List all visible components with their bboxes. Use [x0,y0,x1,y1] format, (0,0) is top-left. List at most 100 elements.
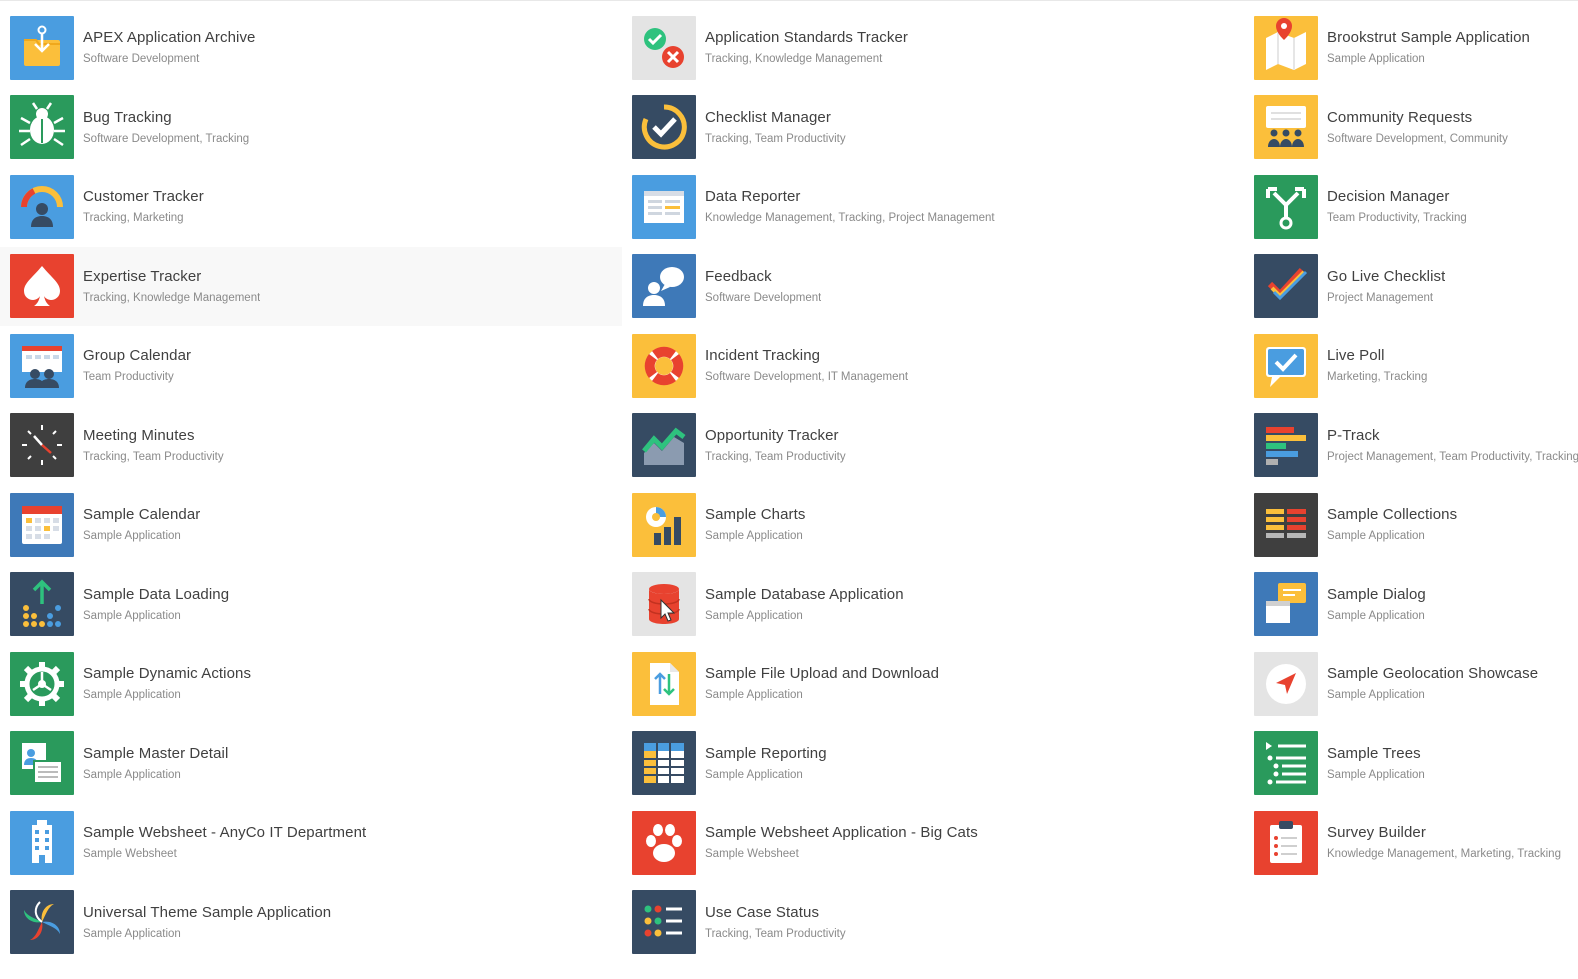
app-title: Bug Tracking [83,108,172,126]
app-categories: Knowledge Management, Tracking, Project … [705,212,995,225]
app-item-apex-application-archive[interactable]: APEX Application Archive Software Develo… [0,8,622,88]
app-title: Customer Tracker [83,188,204,206]
app-item-expertise-tracker[interactable]: Expertise Tracker Tracking, Knowledge Ma… [0,246,622,326]
app-item-live-poll[interactable]: Live Poll Marketing, Tracking [1244,326,1578,406]
app-item-sample-file-upload-and-download[interactable]: Sample File Upload and Download Sample A… [622,644,1244,724]
app-categories: Software Development [705,291,822,304]
app-title: Live Poll [1327,347,1385,365]
app-item-p-track[interactable]: P-Track Project Management, Team Product… [1244,406,1578,486]
app-categories: Sample Application [1327,53,1425,66]
app-text: Live Poll Marketing, Tracking [1327,346,1427,385]
app-categories: Sample Application [705,768,803,781]
app-text: Brookstrut Sample Application Sample App… [1327,28,1530,67]
app-categories: Software Development, Community [1327,132,1508,145]
app-item-use-case-status[interactable]: Use Case Status Tracking, Team Productiv… [622,883,1244,963]
app-item-data-reporter[interactable]: Data Reporter Knowledge Management, Trac… [622,167,1244,247]
app-item-feedback[interactable]: Feedback Software Development [622,247,1244,327]
navigation-icon [1254,651,1318,716]
app-text: Meeting Minutes Tracking, Team Productiv… [83,426,224,465]
app-text: Sample Dialog Sample Application [1327,585,1426,624]
app-item-checklist-manager[interactable]: Checklist Manager Tracking, Team Product… [622,88,1244,168]
app-item-brookstrut-sample-application[interactable]: Brookstrut Sample Application Sample App… [1244,8,1578,88]
app-item-application-standards-tracker[interactable]: Application Standards Tracker Tracking, … [622,8,1244,88]
app-item-sample-master-detail[interactable]: Sample Master Detail Sample Application [0,724,622,804]
app-item-decision-manager[interactable]: Decision Manager Team Productivity, Trac… [1244,167,1578,247]
app-categories: Tracking, Team Productivity [705,450,846,463]
app-title: Feedback [705,267,772,285]
app-title: Opportunity Tracker [705,426,839,444]
app-item-incident-tracking[interactable]: Incident Tracking Software Development, … [622,326,1244,406]
app-text: Use Case Status Tracking, Team Productiv… [705,903,846,942]
app-title: Sample File Upload and Download [705,665,940,683]
app-categories: Software Development, Tracking [83,132,250,145]
app-item-sample-reporting[interactable]: Sample Reporting Sample Application [622,724,1244,804]
app-categories: Sample Application [83,609,181,622]
clock-icon [10,413,74,478]
app-item-sample-data-loading[interactable]: Sample Data Loading Sample Application [0,565,622,645]
app-item-sample-websheet-anyco-it-department[interactable]: Sample Websheet - AnyCo IT Department Sa… [0,803,622,883]
app-text: P-Track Project Management, Team Product… [1327,426,1578,465]
app-item-sample-websheet-application-big-cats[interactable]: Sample Websheet Application - Big Cats S… [622,803,1244,883]
building-icon [10,810,74,875]
file-transfer-icon [632,651,696,716]
app-categories: Sample Application [1327,689,1425,702]
app-item-sample-dialog[interactable]: Sample Dialog Sample Application [1244,565,1578,645]
app-text: Data Reporter Knowledge Management, Trac… [705,187,995,226]
app-categories: Sample Application [83,768,181,781]
app-categories: Tracking, Team Productivity [83,450,224,463]
community-icon [1254,95,1318,160]
app-title: Sample Database Application [705,585,904,603]
app-item-universal-theme-sample-application[interactable]: Universal Theme Sample Application Sampl… [0,883,622,963]
app-categories: Sample Websheet [83,848,177,861]
app-text: Sample Charts Sample Application [705,505,806,544]
app-text: APEX Application Archive Software Develo… [83,28,256,67]
app-text: Go Live Checklist Project Management [1327,267,1445,306]
app-item-sample-collections[interactable]: Sample Collections Sample Application [1244,485,1578,565]
app-categories: Tracking, Knowledge Management [83,291,261,304]
app-item-sample-trees[interactable]: Sample Trees Sample Application [1244,724,1578,804]
app-title: Sample Master Detail [83,744,229,762]
app-text: Opportunity Tracker Tracking, Team Produ… [705,426,846,465]
app-item-sample-dynamic-actions[interactable]: Sample Dynamic Actions Sample Applicatio… [0,644,622,724]
app-title: Expertise Tracker [83,267,202,285]
app-item-go-live-checklist[interactable]: Go Live Checklist Project Management [1244,247,1578,327]
app-categories: Sample Application [1327,530,1425,543]
golive-check-icon [1254,254,1318,319]
app-text: Sample Database Application Sample Appli… [705,585,904,624]
check-cross-icon [632,15,696,80]
decision-icon [1254,174,1318,239]
app-title: Sample Websheet Application - Big Cats [705,824,978,842]
app-categories: Tracking, Knowledge Management [705,53,883,66]
app-item-opportunity-tracker[interactable]: Opportunity Tracker Tracking, Team Produ… [622,406,1244,486]
feedback-icon [632,254,696,319]
app-title: Sample Dialog [1327,585,1426,603]
poll-icon [1254,333,1318,398]
app-item-meeting-minutes[interactable]: Meeting Minutes Tracking, Team Productiv… [0,406,622,486]
app-text: Feedback Software Development [705,267,821,306]
app-title: Brookstrut Sample Application [1327,29,1531,47]
spade-icon [10,254,74,319]
app-text: Sample Data Loading Sample Application [83,585,229,624]
app-categories: Software Development, IT Management [705,371,909,384]
app-text: Sample Geolocation Showcase Sample Appli… [1327,664,1538,703]
app-item-community-requests[interactable]: Community Requests Software Development,… [1244,88,1578,168]
app-text: Sample Calendar Sample Application [83,505,200,544]
app-title: Sample Websheet - AnyCo IT Department [83,824,367,842]
app-item-sample-database-application[interactable]: Sample Database Application Sample Appli… [622,565,1244,645]
app-item-bug-tracking[interactable]: Bug Tracking Software Development, Track… [0,88,622,168]
app-item-group-calendar[interactable]: Group Calendar Team Productivity [0,326,622,406]
app-title: Data Reporter [705,188,801,206]
app-item-survey-builder[interactable]: Survey Builder Knowledge Management, Mar… [1244,803,1578,883]
app-item-sample-charts[interactable]: Sample Charts Sample Application [622,485,1244,565]
ptrack-bars-icon [1254,413,1318,478]
app-text: Sample File Upload and Download Sample A… [705,664,939,703]
app-title: Group Calendar [83,347,192,365]
app-item-sample-calendar[interactable]: Sample Calendar Sample Application [0,485,622,565]
app-title: Survey Builder [1327,824,1426,842]
app-item-customer-tracker[interactable]: Customer Tracker Tracking, Marketing [0,167,622,247]
master-detail-icon [10,731,74,796]
app-categories: Sample Application [705,689,803,702]
app-item-sample-geolocation-showcase[interactable]: Sample Geolocation Showcase Sample Appli… [1244,644,1578,724]
app-categories: Sample Application [705,609,803,622]
app-title: Universal Theme Sample Application [83,903,332,921]
